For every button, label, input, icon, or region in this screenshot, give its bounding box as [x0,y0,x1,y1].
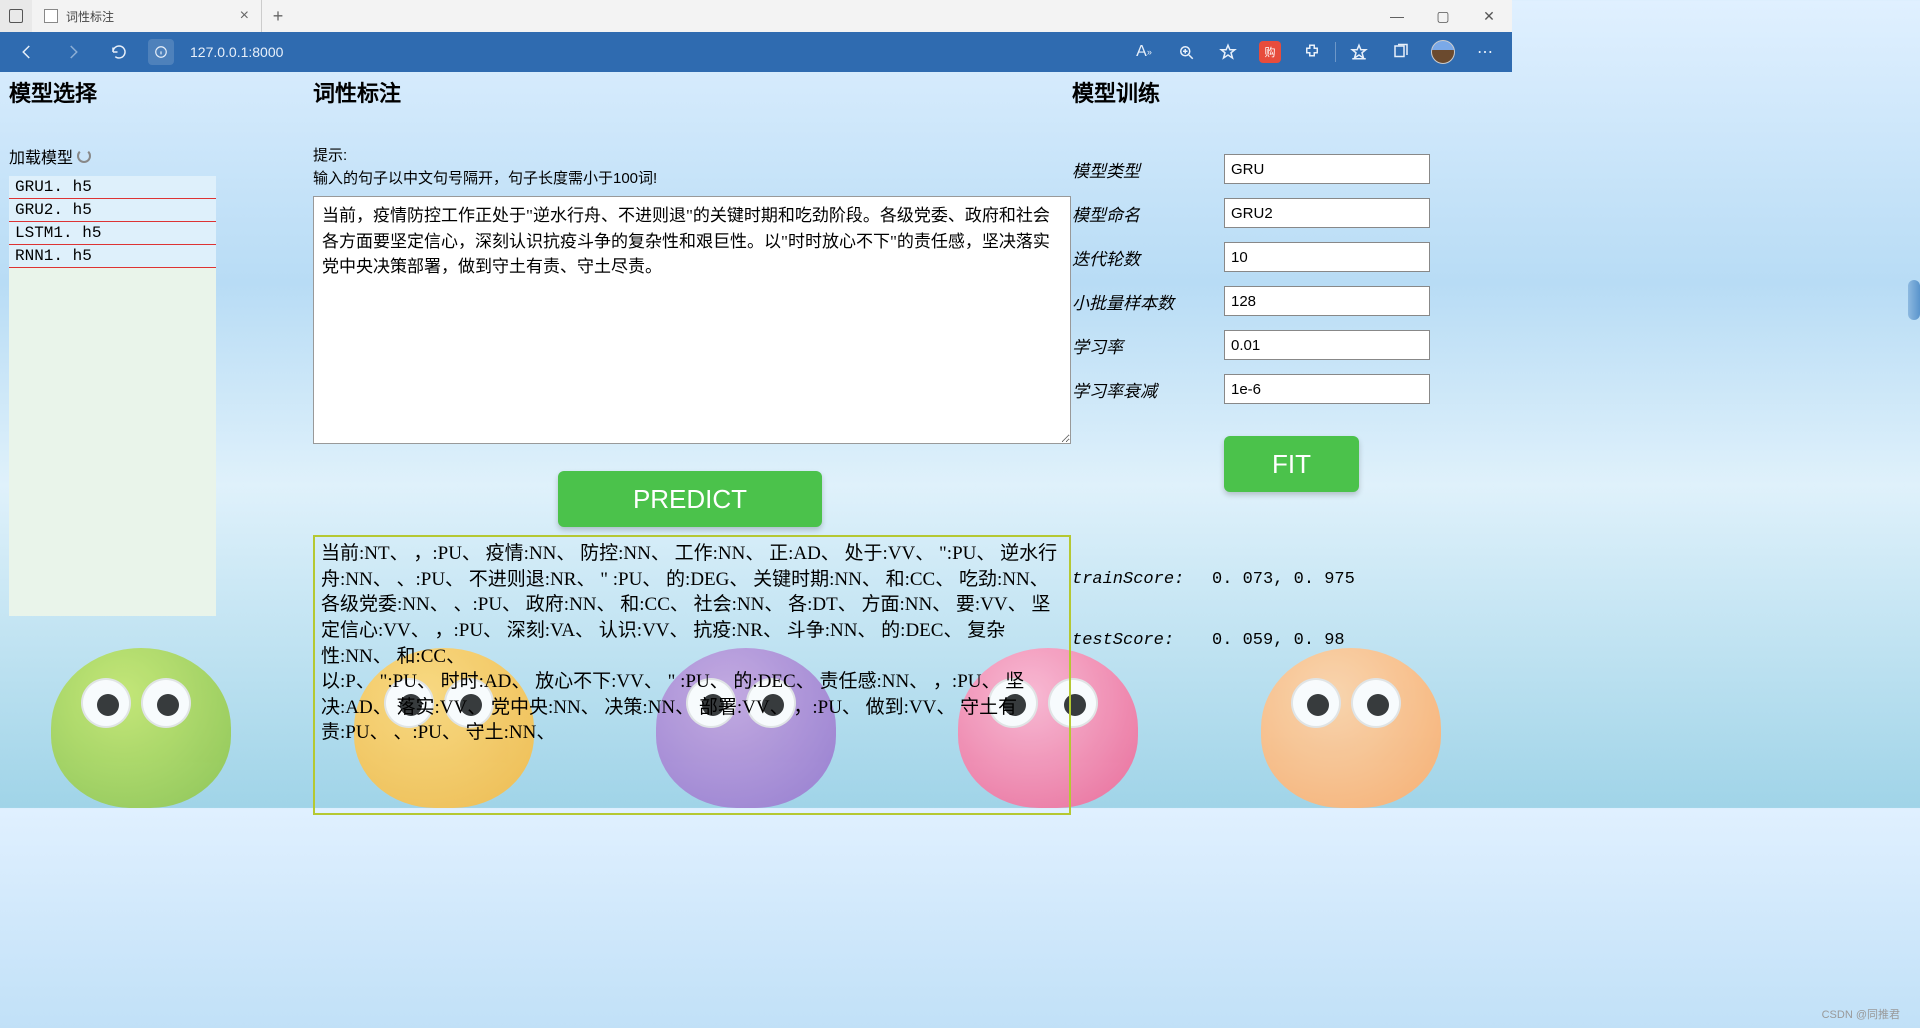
window-titlebar: 词性标注 × + — ▢ ✕ [0,0,1512,32]
scrollbar-thumb[interactable] [1908,280,1920,320]
more-icon[interactable]: ⋯ [1466,33,1504,71]
watermark-text: CSDN @同推君 [1822,1006,1900,1022]
test-score-value: 0. 059, 0. 98 [1212,631,1345,650]
favorites-bar-icon[interactable] [1340,33,1378,71]
window-maximize-button[interactable]: ▢ [1420,0,1466,32]
extensions-icon[interactable] [1293,33,1331,71]
model-item[interactable]: GRU1. h5 [9,176,216,199]
collections-icon[interactable] [1382,33,1420,71]
load-model-label: 加载模型 [9,144,215,168]
forward-button[interactable] [54,33,92,71]
window-close-button[interactable]: ✕ [1466,0,1512,32]
zoom-icon[interactable] [1167,33,1205,71]
batch-input[interactable] [1224,286,1430,316]
browser-toolbar: 127.0.0.1:8000 A» 购 ⋯ [0,32,1512,72]
favorite-icon[interactable] [1209,33,1247,71]
test-score-label: testScore: [1072,631,1212,650]
pos-tagging-heading: 词性标注 [313,76,1072,108]
lr-input[interactable] [1224,330,1430,360]
model-type-label: 模型类型 [1072,157,1224,182]
epochs-label: 迭代轮数 [1072,245,1224,270]
profile-avatar[interactable] [1424,33,1462,71]
site-info-icon[interactable] [148,39,174,65]
lr-decay-label: 学习率衰减 [1072,377,1224,402]
lr-decay-input[interactable] [1224,374,1430,404]
back-button[interactable] [8,33,46,71]
model-name-input[interactable] [1224,198,1430,228]
model-type-input[interactable] [1224,154,1430,184]
lr-label: 学习率 [1072,333,1224,358]
epochs-input[interactable] [1224,242,1430,272]
reload-button[interactable] [100,33,138,71]
train-score-label: trainScore: [1072,570,1212,589]
address-bar[interactable]: 127.0.0.1:8000 [182,44,1117,60]
hint-text: 输入的句子以中文句号隔开，句子长度需小于100词! [313,167,1072,188]
window-minimize-button[interactable]: — [1374,0,1420,32]
predict-button[interactable]: PREDICT [558,471,822,527]
close-tab-icon[interactable]: × [240,7,249,25]
batch-label: 小批量样本数 [1072,289,1224,314]
read-aloud-icon[interactable]: A» [1125,33,1163,71]
page-icon [44,9,58,23]
prediction-result: 当前:NT、 ，:PU、 疫情:NN、 防控:NN、 工作:NN、 正:AD、 … [313,535,1071,815]
sentence-input[interactable] [313,196,1071,444]
shopping-icon[interactable]: 购 [1251,33,1289,71]
new-tab-button[interactable]: + [262,6,294,27]
loading-spinner-icon [77,149,91,163]
tab-title: 词性标注 [66,8,114,25]
hint-label: 提示: [313,144,1072,165]
model-item[interactable]: GRU2. h5 [9,199,216,222]
browser-tab[interactable]: 词性标注 × [32,0,262,32]
tab-overview-button[interactable] [0,0,32,32]
model-train-heading: 模型训练 [1072,76,1488,108]
fit-button[interactable]: FIT [1224,436,1359,492]
train-score-value: 0. 073, 0. 975 [1212,570,1355,589]
model-item[interactable]: RNN1. h5 [9,245,216,268]
model-list: GRU1. h5 GRU2. h5 LSTM1. h5 RNN1. h5 [9,176,216,616]
model-select-heading: 模型选择 [9,76,215,108]
model-item[interactable]: LSTM1. h5 [9,222,216,245]
model-name-label: 模型命名 [1072,201,1224,226]
